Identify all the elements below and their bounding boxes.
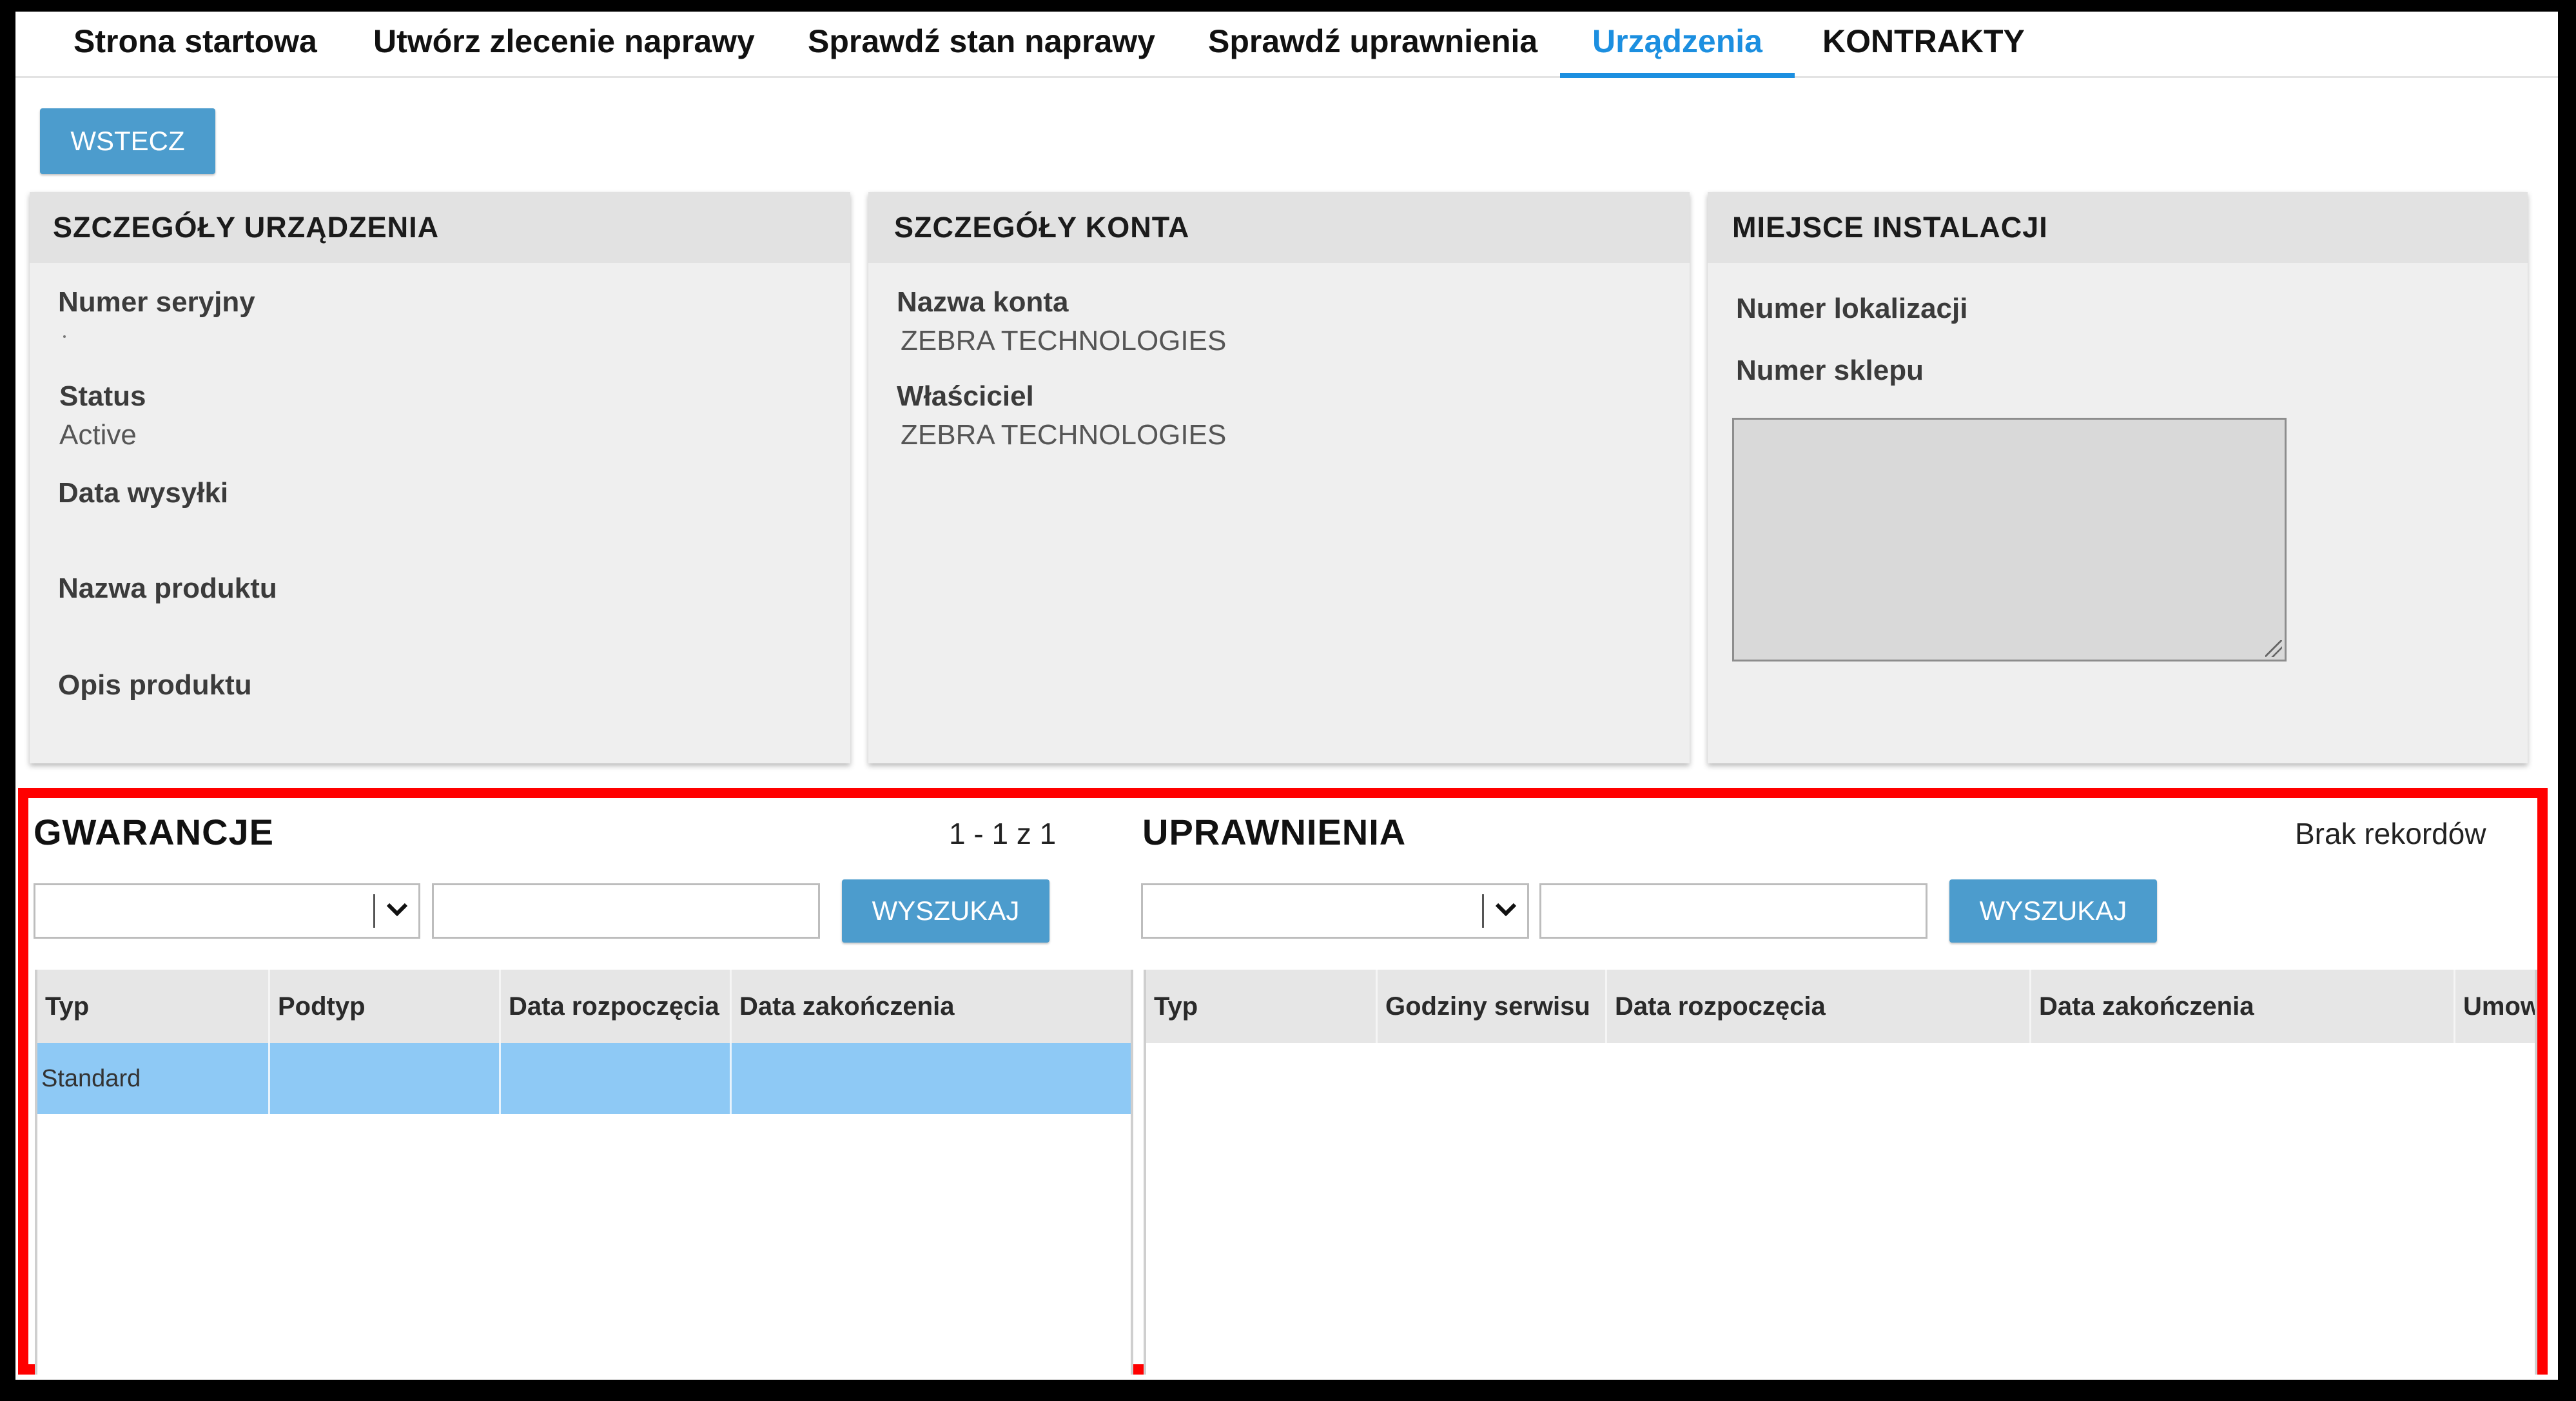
owner-label: Właściciel	[897, 380, 1034, 412]
cell-subtype	[268, 1043, 499, 1114]
back-button[interactable]: WSTECZ	[40, 108, 215, 174]
top-navigation: Strona startowa Utwórz zlecenie naprawy …	[15, 12, 2558, 78]
entitlements-search-input[interactable]	[1539, 883, 1927, 939]
status-value: Active	[59, 419, 137, 451]
cell-start-date	[499, 1043, 730, 1114]
column-header-start-date[interactable]: Data rozpoczęcia	[1605, 970, 2029, 1043]
location-number-label: Numer lokalizacji	[1736, 293, 1968, 324]
chevron-down-icon	[1495, 903, 1517, 917]
account-name-label: Nazwa konta	[897, 286, 1069, 318]
location-notes-textarea[interactable]	[1732, 418, 2287, 661]
chevron-down-icon	[386, 903, 408, 917]
dropdown-separator	[373, 894, 375, 928]
store-number-label: Numer sklepu	[1736, 355, 1924, 386]
tab-create-repair-order[interactable]: Utwórz zlecenie naprawy	[373, 12, 755, 76]
install-location-card: MIEJSCE INSTALACJI Numer lokalizacji Num…	[1708, 192, 2528, 763]
owner-value: ZEBRA TECHNOLOGIES	[901, 419, 1227, 451]
serial-number-label: Numer seryjny	[58, 286, 255, 318]
device-details-title: SZCZEGÓŁY URZĄDZENIA	[53, 211, 440, 244]
account-details-card: SZCZEGÓŁY KONTA Nazwa konta ZEBRA TECHNO…	[868, 192, 1690, 763]
column-header-end-date[interactable]: Data zakończenia	[730, 970, 1131, 1043]
tab-contracts[interactable]: KONTRAKTY	[1822, 12, 2025, 76]
account-details-title: SZCZEGÓŁY KONTA	[894, 211, 1190, 244]
tab-home[interactable]: Strona startowa	[73, 12, 317, 76]
entitlements-search-button[interactable]: WYSZUKAJ	[1949, 879, 2157, 943]
cell-end-date	[730, 1043, 1131, 1114]
warranties-search-input[interactable]	[432, 883, 820, 939]
serial-number-value	[63, 335, 66, 338]
warranties-table-header: Typ Podtyp Data rozpoczęcia Data zakończ…	[37, 970, 1131, 1043]
column-header-type[interactable]: Typ	[1146, 970, 1376, 1043]
column-header-contract[interactable]: Umowa	[2454, 970, 2535, 1043]
product-name-label: Nazwa produktu	[58, 573, 277, 604]
card-header: SZCZEGÓŁY KONTA	[868, 192, 1690, 263]
account-name-value: ZEBRA TECHNOLOGIES	[901, 325, 1227, 357]
dropdown-separator	[1482, 894, 1484, 928]
column-header-end-date[interactable]: Data zakończenia	[2029, 970, 2454, 1043]
entitlements-table: Typ Godziny serwisu Data rozpoczęcia Dat…	[1144, 970, 2537, 1375]
entitlements-record-count: Brak rekordów	[2295, 817, 2486, 850]
card-header: MIEJSCE INSTALACJI	[1708, 192, 2528, 263]
app-screen: Strona startowa Utwórz zlecenie naprawy …	[15, 12, 2558, 1380]
install-location-title: MIEJSCE INSTALACJI	[1732, 211, 2048, 244]
tab-check-repair-status[interactable]: Sprawdź stan naprawy	[808, 12, 1155, 76]
table-row[interactable]: Standard	[37, 1043, 1131, 1114]
cell-type: Standard	[41, 1065, 141, 1092]
warranties-table: Typ Podtyp Data rozpoczęcia Data zakończ…	[35, 970, 1133, 1375]
device-details-card: SZCZEGÓŁY URZĄDZENIA Numer seryjny Statu…	[30, 192, 850, 763]
warranties-title: GWARANCJE	[34, 812, 275, 852]
ship-date-label: Data wysyłki	[58, 477, 229, 509]
entitlements-table-header: Typ Godziny serwisu Data rozpoczęcia Dat…	[1146, 970, 2535, 1043]
warranties-record-count: 1 - 1 z 1	[949, 817, 1057, 850]
column-header-service-hours[interactable]: Godziny serwisu	[1376, 970, 1605, 1043]
column-header-start-date[interactable]: Data rozpoczęcia	[499, 970, 730, 1043]
column-header-subtype[interactable]: Podtyp	[268, 970, 499, 1043]
resize-handle-icon[interactable]	[2265, 640, 2282, 657]
card-header: SZCZEGÓŁY URZĄDZENIA	[30, 192, 850, 263]
entitlements-filter-dropdown[interactable]	[1141, 883, 1529, 939]
product-description-label: Opis produktu	[58, 669, 252, 701]
entitlements-title: UPRAWNIENIA	[1142, 812, 1407, 852]
tab-devices[interactable]: Urządzenia	[1560, 12, 1795, 78]
warranties-filter-dropdown[interactable]	[34, 883, 420, 939]
tab-check-entitlements[interactable]: Sprawdź uprawnienia	[1208, 12, 1537, 76]
status-label: Status	[59, 380, 146, 412]
warranties-search-button[interactable]: WYSZUKAJ	[842, 879, 1049, 943]
column-header-type[interactable]: Typ	[37, 970, 268, 1043]
